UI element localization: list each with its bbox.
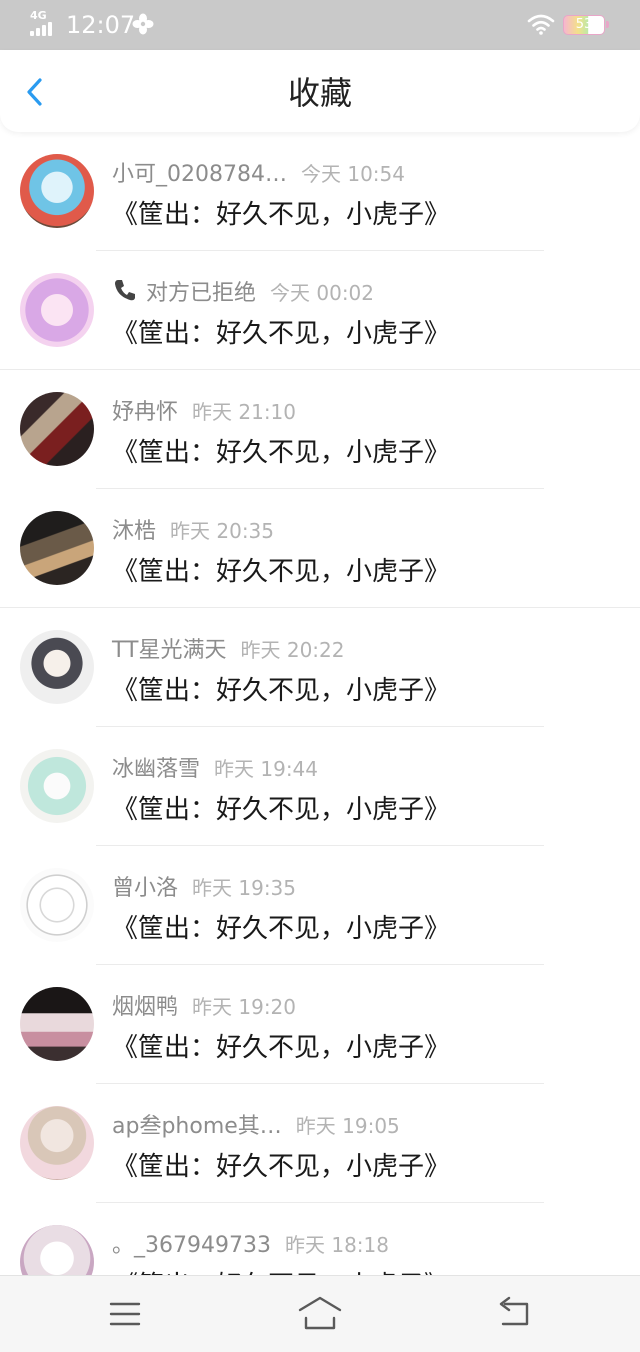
timestamp: 昨天 20:22 bbox=[240, 638, 345, 662]
home-icon[interactable] bbox=[296, 1294, 344, 1334]
list-item[interactable]: ap叁phome其… 昨天 19:05 《筐出：好久不见，小虎子》 bbox=[0, 1084, 640, 1203]
avatar bbox=[20, 392, 94, 466]
list-item[interactable]: 。_367949733 昨天 18:18 《筐出：好久不见，小虎子》 bbox=[0, 1203, 640, 1275]
sender-name: TT星光满天 bbox=[112, 638, 227, 663]
timestamp: 昨天 19:44 bbox=[214, 757, 319, 781]
battery-level: 53 bbox=[575, 17, 593, 32]
system-nav-bar bbox=[0, 1275, 640, 1352]
message-text: 《筐出：好久不见，小虎子》 bbox=[112, 914, 451, 944]
avatar bbox=[20, 749, 94, 823]
list-item[interactable]: 冰幽落雪 昨天 19:44 《筐出：好久不见，小虎子》 bbox=[0, 727, 640, 846]
sender-name: 沐梏 bbox=[112, 519, 157, 544]
sender-name: ap叁phome其… bbox=[112, 1114, 282, 1139]
avatar bbox=[20, 1225, 94, 1275]
avatar bbox=[20, 987, 94, 1061]
list-item[interactable]: 对方已拒绝 今天 00:02 《筐出：好久不见，小虎子》 bbox=[0, 251, 640, 370]
message-text: 《筐出：好久不见，小虎子》 bbox=[112, 200, 451, 230]
sender-name: 对方已拒绝 bbox=[146, 281, 257, 306]
signal-icon bbox=[30, 22, 56, 36]
timestamp: 今天 00:02 bbox=[270, 281, 375, 305]
timestamp: 昨天 19:35 bbox=[192, 876, 297, 900]
list-item[interactable]: 曾小洛 昨天 19:35 《筐出：好久不见，小虎子》 bbox=[0, 846, 640, 965]
timestamp: 今天 10:54 bbox=[300, 162, 405, 186]
message-text: 《筐出：好久不见，小虎子》 bbox=[112, 319, 451, 349]
sender-name: 妤冉怀 bbox=[112, 400, 179, 425]
list-item[interactable]: 小可_0208784… 今天 10:54 《筐出：好久不见，小虎子》 bbox=[0, 132, 640, 251]
favorites-list: 小可_0208784… 今天 10:54 《筐出：好久不见，小虎子》 对方已拒绝今… bbox=[0, 132, 640, 1275]
list-item[interactable]: 沐梏 昨天 20:35 《筐出：好久不见，小虎子》 bbox=[0, 489, 640, 608]
page-header: 收藏 bbox=[0, 50, 640, 132]
sender-name: 烟烟鸭 bbox=[112, 995, 179, 1020]
avatar bbox=[20, 273, 94, 347]
sender-name: 曾小洛 bbox=[112, 876, 179, 901]
message-text: 《筐出：好久不见，小虎子》 bbox=[112, 676, 451, 706]
battery-icon: 53 bbox=[563, 15, 609, 35]
list-item[interactable]: 烟烟鸭 昨天 19:20 《筐出：好久不见，小虎子》 bbox=[0, 965, 640, 1084]
sender-name: 。_367949733 bbox=[112, 1233, 271, 1258]
list-item[interactable]: 妤冉怀 昨天 21:10 《筐出：好久不见，小虎子》 bbox=[0, 370, 640, 489]
wifi-icon bbox=[527, 14, 555, 35]
back-icon[interactable] bbox=[491, 1294, 539, 1334]
message-text: 《筐出：好久不见，小虎子》 bbox=[112, 795, 451, 825]
menu-icon[interactable] bbox=[101, 1294, 149, 1334]
sender-name: 小可_0208784… bbox=[112, 162, 287, 187]
phone-icon bbox=[115, 280, 135, 301]
sender-name: 冰幽落雪 bbox=[112, 757, 201, 782]
avatar bbox=[20, 630, 94, 704]
avatar bbox=[20, 868, 94, 942]
page-title: 收藏 bbox=[287, 74, 352, 112]
timestamp: 昨天 18:18 bbox=[284, 1233, 389, 1257]
message-text: 《筐出：好久不见，小虎子》 bbox=[112, 438, 451, 468]
message-text: 《筐出：好久不见，小虎子》 bbox=[112, 1033, 451, 1063]
list-item[interactable]: TT星光满天 昨天 20:22 《筐出：好久不见，小虎子》 bbox=[0, 608, 640, 727]
avatar bbox=[20, 1106, 94, 1180]
status-bar: 4G 12:07 53 bbox=[0, 0, 640, 50]
network-indicator: 4G bbox=[30, 9, 47, 22]
message-text: 《筐出：好久不见，小虎子》 bbox=[112, 1152, 451, 1182]
message-text: 《筐出：好久不见，小虎子》 bbox=[112, 557, 451, 587]
fan-icon bbox=[132, 13, 154, 35]
timestamp: 昨天 19:05 bbox=[295, 1114, 400, 1138]
timestamp: 昨天 21:10 bbox=[192, 400, 297, 424]
status-time: 12:07 bbox=[66, 11, 136, 39]
message-text: 《筐出：好久不见，小虎子》 bbox=[112, 1265, 450, 1275]
avatar bbox=[20, 154, 94, 228]
timestamp: 昨天 19:20 bbox=[192, 995, 297, 1019]
avatar bbox=[20, 511, 94, 585]
timestamp: 昨天 20:35 bbox=[170, 519, 275, 543]
